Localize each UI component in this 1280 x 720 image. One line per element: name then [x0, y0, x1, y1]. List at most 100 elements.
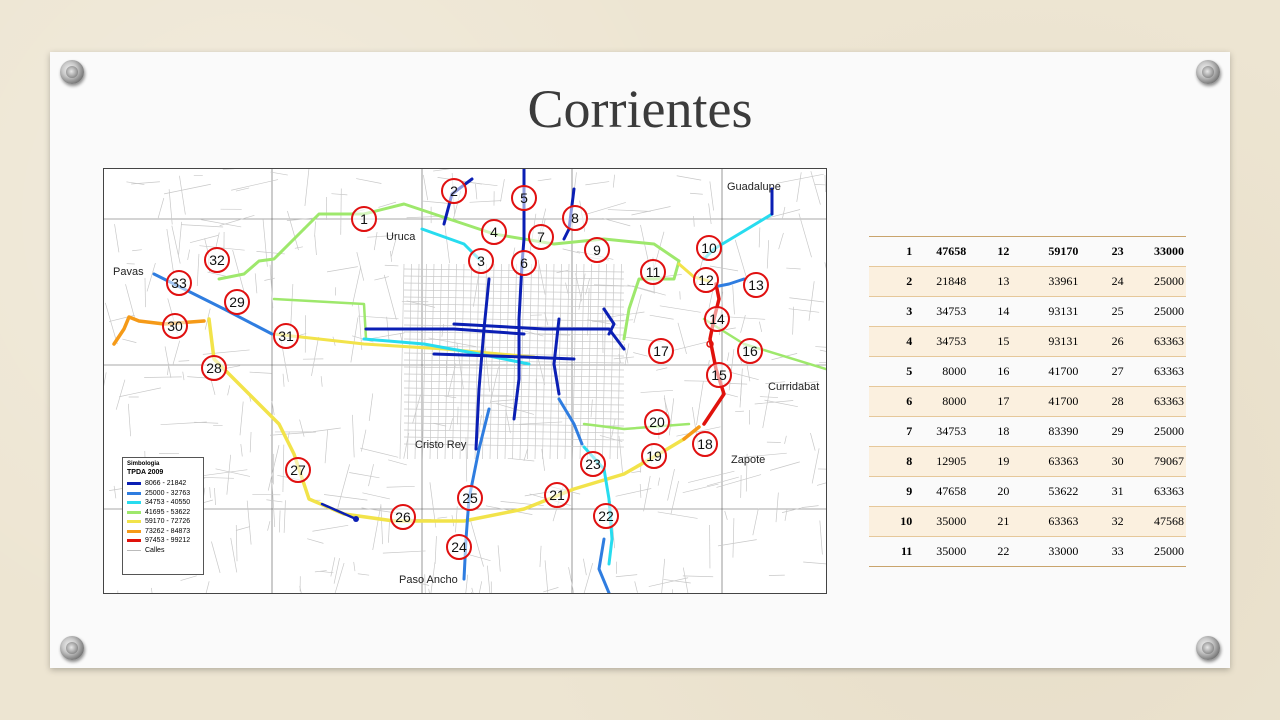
station-marker[interactable]: 16	[737, 338, 763, 364]
street-line	[239, 401, 244, 436]
station-marker[interactable]: 11	[640, 259, 666, 285]
street-line	[671, 340, 711, 352]
station-marker[interactable]: 27	[285, 457, 311, 483]
street-line	[544, 560, 549, 593]
station-marker[interactable]: 25	[457, 485, 483, 511]
station-marker[interactable]: 10	[696, 235, 722, 261]
street-line	[769, 461, 800, 471]
street-line	[269, 264, 274, 309]
street-line	[350, 317, 359, 363]
station-marker[interactable]: 9	[584, 237, 610, 263]
street-line	[465, 574, 469, 593]
legend-entry: 8066 - 21842	[127, 479, 199, 489]
station-marker[interactable]: 21	[544, 482, 570, 508]
street-line	[144, 376, 182, 378]
station-marker[interactable]: 22	[593, 503, 619, 529]
station-marker[interactable]: 14	[704, 306, 730, 332]
street-line	[433, 169, 451, 172]
legend-entry: 34753 - 40550	[127, 498, 199, 508]
street-line	[372, 505, 382, 551]
street-line	[497, 545, 501, 572]
station-marker[interactable]: 18	[692, 431, 718, 457]
station-marker[interactable]: 12	[693, 267, 719, 293]
street-line	[422, 174, 429, 201]
street-line	[789, 297, 825, 303]
place-label: Pavas	[113, 266, 144, 278]
street-line	[311, 336, 319, 377]
station-marker[interactable]: 17	[648, 338, 674, 364]
station-marker[interactable]: 8	[562, 205, 588, 231]
station-marker[interactable]: 33	[166, 270, 192, 296]
station-number-cell: 31	[1080, 476, 1126, 507]
street-line	[798, 213, 812, 258]
station-marker[interactable]: 26	[390, 504, 416, 530]
station-marker[interactable]: 15	[706, 362, 732, 388]
legend-entry: 41695 - 53622	[127, 508, 199, 518]
street-line	[312, 524, 349, 532]
street-line	[157, 197, 165, 219]
street-line	[115, 379, 126, 410]
legend-entry: 25000 - 32763	[127, 489, 199, 499]
station-number-cell: 12	[968, 236, 1012, 267]
street-line	[732, 285, 735, 315]
station-marker[interactable]: 23	[580, 451, 606, 477]
street-line	[784, 435, 787, 444]
station-marker[interactable]: 28	[201, 355, 227, 381]
street-line	[583, 558, 587, 576]
station-marker[interactable]: 4	[481, 219, 507, 245]
street-line	[307, 538, 324, 544]
street-line	[132, 249, 142, 252]
street-line	[189, 235, 219, 244]
station-marker[interactable]: 20	[644, 409, 670, 435]
street-line	[601, 308, 604, 354]
street-line	[269, 431, 316, 436]
station-marker[interactable]: 3	[468, 248, 494, 274]
station-marker[interactable]: 24	[446, 534, 472, 560]
street-line	[210, 379, 216, 395]
street-line	[801, 505, 819, 508]
station-marker[interactable]: 31	[273, 323, 299, 349]
station-number-cell: 24	[1080, 266, 1126, 297]
traffic-map[interactable]: Simbologia TPDA 2009 8066 - 21842 25000 -…	[103, 168, 827, 594]
station-number-cell: 14	[968, 296, 1012, 327]
station-marker[interactable]: 2	[441, 178, 467, 204]
station-number-cell: 3	[869, 296, 915, 327]
legend-swatch	[127, 501, 141, 505]
tpda-value-cell: 63363	[1125, 476, 1186, 507]
street-line	[676, 175, 702, 181]
station-marker[interactable]: 5	[511, 185, 537, 211]
street-line	[324, 429, 329, 464]
station-marker[interactable]: 29	[224, 289, 250, 315]
street-line	[470, 521, 484, 567]
street-line	[690, 192, 703, 195]
tpda-value-cell: 47658	[914, 476, 969, 507]
street-line	[374, 276, 389, 281]
street-line	[283, 500, 286, 533]
station-marker[interactable]: 19	[641, 443, 667, 469]
station-marker[interactable]: 13	[743, 272, 769, 298]
street-line	[429, 263, 435, 460]
street-line	[278, 510, 281, 533]
legend-swatch	[127, 539, 141, 543]
station-marker[interactable]: 1	[351, 206, 377, 232]
station-marker[interactable]: 30	[162, 313, 188, 339]
street-line	[114, 224, 120, 253]
place-label: Curridabat	[768, 381, 820, 393]
street-line	[583, 562, 594, 593]
station-marker[interactable]: 32	[204, 247, 230, 273]
street-line	[172, 340, 181, 365]
tpda-value-cell: 25000	[1125, 416, 1186, 447]
street-line	[219, 214, 255, 226]
street-line	[505, 409, 511, 434]
street-line	[180, 575, 197, 581]
street-line	[735, 410, 744, 413]
station-marker[interactable]: 7	[528, 224, 554, 250]
station-marker[interactable]: 6	[511, 250, 537, 276]
street-line	[122, 338, 137, 343]
street-line	[337, 464, 350, 508]
street-line	[487, 565, 491, 593]
street-line	[178, 221, 182, 255]
street-line	[649, 314, 674, 320]
street-line	[164, 183, 211, 195]
station-number-cell: 25	[1080, 296, 1126, 327]
